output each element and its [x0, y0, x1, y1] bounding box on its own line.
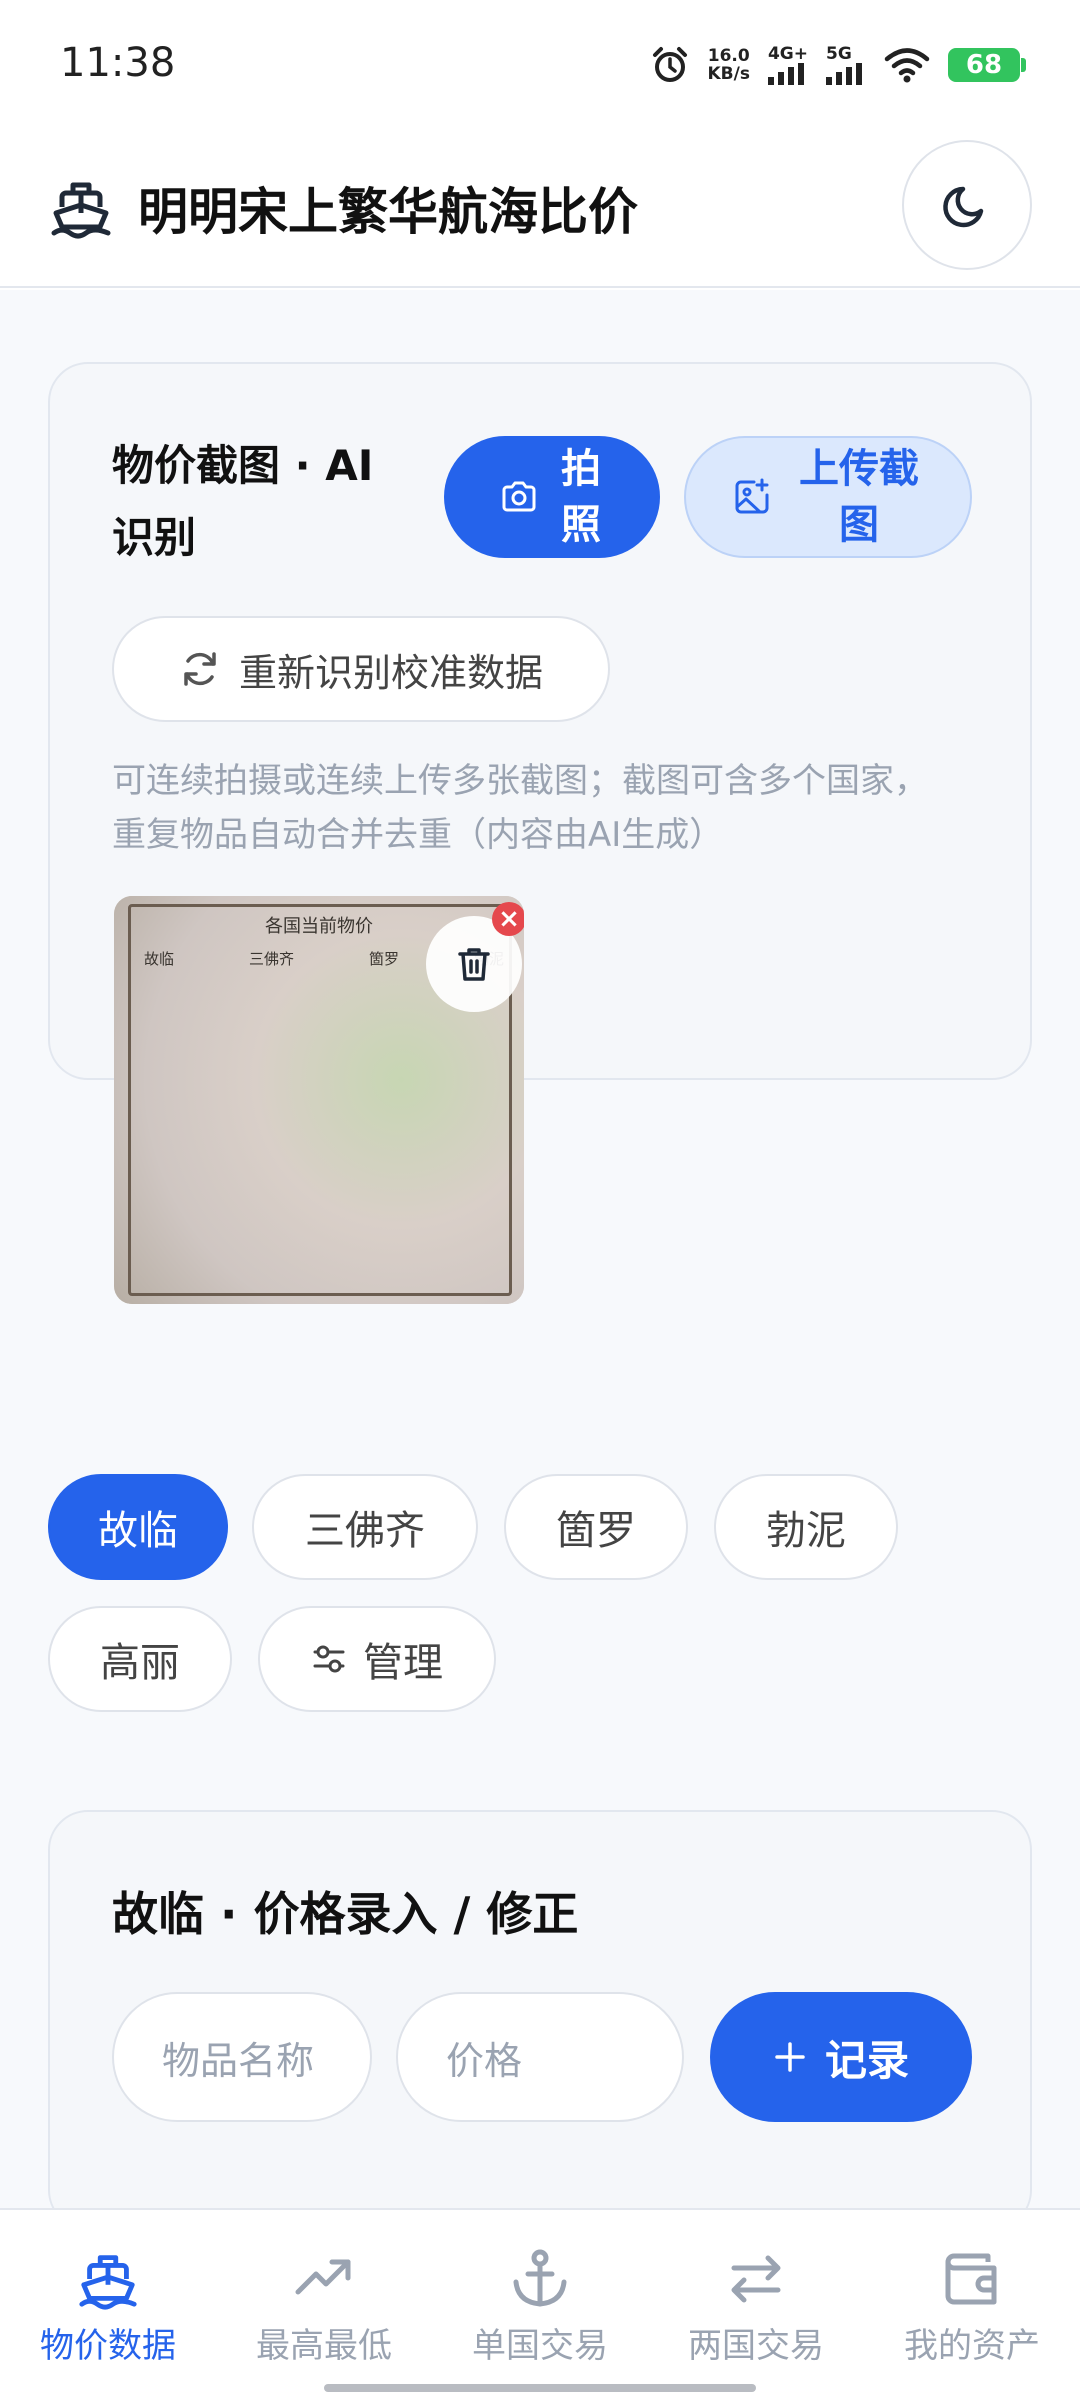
net-type-label: 4G+: [767, 43, 808, 64]
country-chip-label: 三佛齐: [305, 1508, 425, 1554]
net-speed-unit: KB/s: [707, 64, 750, 84]
ship-icon: [79, 2255, 137, 2310]
country-chip-label: 故临: [98, 1508, 178, 1554]
net-speed: 16.0 KB/s: [708, 47, 750, 83]
manage-countries-label: 管理: [363, 1640, 443, 1686]
signal-icon: [767, 62, 804, 85]
recalibrate-button[interactable]: 重新识别校准数据: [112, 616, 610, 722]
nav-item-single-trade[interactable]: 单国交易: [432, 2246, 648, 2367]
app-header: 明明宋上繁华航海比价: [0, 130, 1080, 288]
upload-screenshot-button[interactable]: 上传截图: [684, 436, 972, 558]
net-type-label: 5G: [826, 43, 852, 64]
take-photo-button[interactable]: 拍照: [444, 436, 660, 558]
thumbnail-column: 三佛齐: [248, 950, 294, 968]
alarm-icon: [652, 47, 687, 82]
signal-4g: 4G+: [767, 43, 808, 85]
main-content: 物价截图 · AI 识别 拍照 上传截图 重新识别校准数据 可连续拍摄或连续上传…: [0, 290, 1080, 2230]
net-speed-value: 16.0: [707, 46, 750, 66]
anchor-icon: [513, 2249, 567, 2307]
battery-indicator: 68: [948, 48, 1026, 82]
ocr-hint-text: 可连续拍摄或连续上传多张截图；截图可含多个国家，重复物品自动合并去重（内容由AI…: [112, 761, 928, 855]
country-chip-sanfoqi[interactable]: 三佛齐: [252, 1474, 478, 1580]
nav-label: 我的资产: [904, 2326, 1040, 2366]
signal-icon: [826, 62, 862, 85]
record-button[interactable]: 记录: [710, 1992, 972, 2122]
status-bar: 11:38 16.0 KB/s 4G+ 5G 68: [0, 0, 1080, 130]
recalibrate-label: 重新识别校准数据: [238, 650, 543, 695]
thumbnail-column: 箇罗: [368, 950, 399, 968]
nav-label: 最高最低: [256, 2326, 392, 2366]
theme-toggle-button[interactable]: [902, 140, 1032, 270]
trash-icon: [458, 948, 490, 981]
status-time: 11:38: [60, 40, 176, 86]
take-photo-label: 拍照: [561, 446, 601, 548]
wallet-icon: [945, 2253, 997, 2305]
refresh-icon: [184, 652, 216, 686]
price-input[interactable]: 价格: [396, 1992, 684, 2122]
country-chip-boni[interactable]: 勃泥: [714, 1474, 898, 1580]
manage-countries-button[interactable]: 管理: [258, 1606, 496, 1712]
item-name-input[interactable]: 物品名称: [112, 1992, 372, 2122]
upload-screenshot-label: 上传截图: [799, 446, 919, 548]
price-entry-title: 故临 · 价格录入 / 修正: [112, 1887, 579, 1941]
image-plus-icon: [735, 478, 769, 514]
trending-up-icon: [295, 2259, 351, 2295]
thumbnail-column: 故临: [144, 950, 175, 968]
country-chip-label: 箇罗: [556, 1508, 636, 1554]
country-chip-gaoli[interactable]: 高丽: [48, 1606, 232, 1712]
nav-item-high-low[interactable]: 最高最低: [216, 2246, 432, 2367]
record-label: 记录: [824, 2035, 909, 2085]
status-icons: 16.0 KB/s 4G+ 5G 68: [650, 40, 1026, 90]
sliders-icon: [313, 1645, 345, 1673]
country-chip-label: 勃泥: [766, 1508, 846, 1554]
ocr-card-title: 物价截图 · AI 识别: [112, 441, 374, 562]
nav-item-price-data[interactable]: 物价数据: [0, 2246, 216, 2367]
moon-icon: [943, 186, 984, 228]
plus-icon: [775, 2042, 805, 2072]
ship-icon: [51, 182, 111, 239]
bottom-navigation: 物价数据 最高最低 单国交易 两国交易 我的资产: [0, 2208, 1080, 2400]
nav-label: 单国交易: [472, 2326, 608, 2366]
swap-arrows-icon: [731, 2255, 781, 2303]
signal-5g: 5G: [826, 43, 866, 85]
camera-icon: [502, 481, 536, 512]
ocr-card: 物价截图 · AI 识别 拍照 上传截图 重新识别校准数据 可连续拍摄或连续上传…: [48, 362, 1032, 1304]
country-chip-guling[interactable]: 故临: [48, 1474, 228, 1580]
nav-label: 物价数据: [40, 2326, 176, 2366]
remove-screenshot-icon[interactable]: ×: [492, 902, 524, 936]
country-chip-label: 高丽: [100, 1640, 180, 1686]
nav-label: 两国交易: [688, 2326, 824, 2366]
home-indicator[interactable]: [324, 2384, 756, 2392]
nav-item-my-assets[interactable]: 我的资产: [864, 2246, 1080, 2367]
app-title: 明明宋上繁华航海比价: [138, 183, 638, 241]
wifi-icon: [884, 48, 930, 83]
country-chip-geluo[interactable]: 箇罗: [504, 1474, 688, 1580]
price-entry-card: 故临 · 价格录入 / 修正 物品名称 价格 记录: [48, 1810, 1032, 2230]
screenshot-thumbnail[interactable]: 各国当前物价 故临 三佛齐 箇罗 勃泥 ×: [114, 896, 524, 1304]
nav-item-two-country-trade[interactable]: 两国交易: [648, 2246, 864, 2367]
